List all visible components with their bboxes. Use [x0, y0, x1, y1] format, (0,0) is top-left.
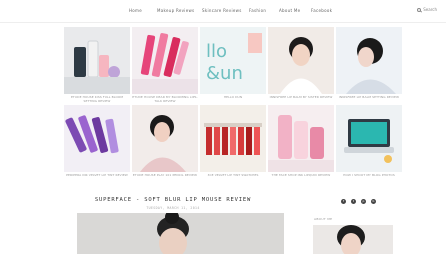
- purple-products-icon: [64, 105, 130, 172]
- tile-caption[interactable]: PERIPERA INK VELVET LIP TINT REVIEW: [64, 173, 130, 177]
- twitter-icon[interactable]: t: [351, 199, 356, 204]
- tile-caption[interactable]: HELLO DUN: [200, 95, 266, 99]
- search-icon: [417, 7, 422, 12]
- skincare-bottles-icon: [64, 27, 130, 94]
- social-links: f t p b: [341, 199, 376, 204]
- featured-post-tile[interactable]: llo &un: [200, 27, 266, 94]
- svg-text:llo: llo: [206, 41, 227, 62]
- featured-post-tile[interactable]: [132, 27, 198, 94]
- tile-caption[interactable]: ETUDE HOUSE DEAR MY BLOOMING LIPS-TALK R…: [132, 95, 198, 103]
- pink-products-icon: [268, 105, 334, 172]
- svg-text:&un: &un: [206, 63, 243, 84]
- tile-caption[interactable]: INNISFREE LIP BALM SETTING REVIEW: [336, 95, 402, 99]
- featured-post-tile[interactable]: [64, 27, 130, 94]
- portrait-icon: [313, 225, 393, 254]
- facebook-icon[interactable]: f: [341, 199, 346, 204]
- post-hero-image: [77, 213, 284, 254]
- lip-tints-icon: [200, 105, 266, 172]
- search-button[interactable]: Search: [417, 7, 437, 12]
- portrait-icon: [132, 105, 198, 172]
- tile-caption[interactable]: INNISFREE LIP BALM BY SISTER REVIEW: [268, 95, 334, 99]
- post-title[interactable]: SUPERFACE - SOFT BLUR LIP MOUSE REVIEW: [90, 197, 256, 203]
- tile-caption[interactable]: ETUDE HOUSE PLAY 101 PENCIL REVIEW: [132, 173, 198, 177]
- featured-post-tile[interactable]: [336, 105, 402, 172]
- sign-text-icon: llo &un: [200, 27, 266, 94]
- featured-post-tile[interactable]: [268, 105, 334, 172]
- nav-makeup-reviews[interactable]: Makeup Reviews: [157, 8, 194, 13]
- nav-fashion[interactable]: Fashion: [249, 8, 266, 13]
- bloglovin-icon[interactable]: b: [371, 199, 376, 204]
- sidebar-about-photo: [313, 225, 393, 254]
- featured-post-tile[interactable]: [200, 105, 266, 172]
- tile-caption[interactable]: ETUDE HOUSE KISS FULL BLOOM SETTING REVI…: [64, 95, 130, 103]
- nav-skincare-reviews[interactable]: Skincare Reviews: [202, 8, 242, 13]
- tile-caption[interactable]: HOW I SHOOT MY BLOG PHOTOS: [336, 173, 402, 177]
- top-navigation: Home Makeup Reviews Skincare Reviews Fas…: [0, 0, 446, 23]
- search-label: Search: [423, 7, 437, 12]
- portrait-icon: [268, 27, 334, 94]
- portrait-icon: [77, 213, 284, 254]
- tile-caption[interactable]: 3CE VELVET LIP TINT SWATCHES: [200, 173, 266, 177]
- laptop-icon: [336, 105, 402, 172]
- lipsticks-icon: [132, 27, 198, 94]
- pinterest-icon[interactable]: p: [361, 199, 366, 204]
- featured-post-tile[interactable]: [64, 105, 130, 172]
- portrait-icon: [336, 27, 402, 94]
- featured-post-tile[interactable]: [132, 105, 198, 172]
- nav-home[interactable]: Home: [129, 8, 142, 13]
- featured-post-tile[interactable]: [336, 27, 402, 94]
- nav-facebook[interactable]: Facebook: [311, 8, 332, 13]
- sidebar-about-label: ABOUT ME: [314, 217, 333, 221]
- tile-caption[interactable]: THE FACE SHOP INK LIPQUID REVIEW: [268, 173, 334, 177]
- nav-about-me[interactable]: About Me: [279, 8, 300, 13]
- featured-post-tile[interactable]: [268, 27, 334, 94]
- post-date: TUESDAY, MARCH 11, 2014: [146, 206, 200, 210]
